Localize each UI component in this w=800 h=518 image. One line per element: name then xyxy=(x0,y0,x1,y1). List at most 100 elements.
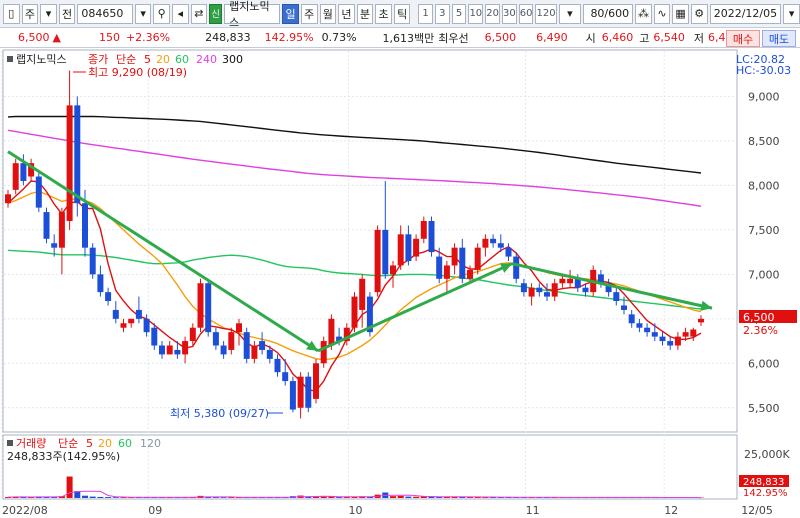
legend-ma240: 240 xyxy=(196,53,217,66)
search-icon[interactable]: ⚲ xyxy=(153,3,170,24)
candle-body xyxy=(544,292,550,297)
candle-body xyxy=(205,283,212,333)
price-tag-pct: 2.36% xyxy=(743,324,778,337)
candle-body xyxy=(82,203,88,248)
candle-body xyxy=(698,318,704,323)
candle-body xyxy=(397,234,404,266)
best-quote-label: 최우선 xyxy=(438,31,469,45)
price-legend: 랩지노믹스 종가 단순 5 20 60 240 300 xyxy=(7,53,243,66)
candle-body xyxy=(220,345,227,355)
code-dropdown-icon[interactable]: ▾ xyxy=(134,3,152,24)
grid-icon[interactable]: ▦ xyxy=(672,3,689,24)
date-tick-label: 12 xyxy=(664,504,678,517)
stock-code-input[interactable]: 084650 xyxy=(77,3,133,24)
candle-body xyxy=(467,269,473,279)
interval-5[interactable]: 5 xyxy=(451,3,467,24)
period-minute-tab[interactable]: 분 xyxy=(356,3,374,24)
volume-bar xyxy=(89,496,96,498)
price-ytick-label: 8,000 xyxy=(748,179,780,192)
chart-icon[interactable]: ▯ xyxy=(3,3,20,24)
sell-button[interactable]: 매도 xyxy=(762,30,796,47)
candle-body xyxy=(66,105,73,221)
period-day-tab[interactable]: 일 xyxy=(282,3,299,24)
candle-body xyxy=(135,309,142,319)
volume-pct: 142.95% xyxy=(264,31,314,44)
period-second-tab[interactable]: 초 xyxy=(375,3,392,24)
volume-legend-simple: 단순 xyxy=(58,437,78,450)
best-ask-price: 6,500 xyxy=(484,31,517,44)
speaker-icon[interactable]: ◂ xyxy=(172,3,189,24)
dropdown-arrow-icon[interactable]: ▾ xyxy=(40,3,57,24)
volume-bar xyxy=(66,476,73,498)
candle-body xyxy=(659,336,666,342)
turnover-ratio: 0.73% xyxy=(321,31,357,44)
candle-body xyxy=(382,229,389,275)
volume-bar xyxy=(105,497,112,498)
price-ytick-label: 9,000 xyxy=(748,90,780,103)
legend-marker-icon xyxy=(7,56,13,62)
stock-name[interactable]: 랩지노믹스 xyxy=(224,0,281,29)
quote-bar: 6,500 ▲ 150 +2.36% 248,833 142.95% 0.73%… xyxy=(0,28,800,48)
chart-style-icon[interactable]: ⁂ xyxy=(635,3,652,24)
period-month-tab[interactable]: 월 xyxy=(319,3,337,24)
interval-1[interactable]: 1 xyxy=(418,3,433,24)
candle-body xyxy=(420,220,427,239)
volume-ytick: 25,000K xyxy=(744,448,790,461)
candle-body xyxy=(174,349,181,355)
legend-simple-label: 단순 xyxy=(116,53,136,66)
gear-icon[interactable]: ⚙ xyxy=(690,3,708,24)
period-week-tab[interactable]: 주 xyxy=(300,3,318,24)
calendar-icon[interactable]: ▾ xyxy=(783,3,800,24)
price-change: 150 xyxy=(98,31,120,44)
candle-body xyxy=(212,332,219,346)
legend-marker-icon xyxy=(7,440,13,446)
interval-60[interactable]: 60 xyxy=(518,3,534,24)
candle-body xyxy=(12,163,19,190)
interval-dropdown[interactable]: ▾ xyxy=(558,3,582,24)
price-ytick-label: 7,500 xyxy=(748,224,780,237)
volume-legend-name: 거래량 xyxy=(16,437,46,450)
volume-value: 248,833 xyxy=(205,31,251,44)
candle-body xyxy=(289,381,296,410)
volume-legend-ma5: 5 xyxy=(86,437,93,450)
legend-ma300: 300 xyxy=(222,53,243,66)
period-year-tab[interactable]: 년 xyxy=(338,3,355,24)
open-label: 시 xyxy=(585,31,596,45)
candle-count-input[interactable]: 80/600 xyxy=(583,3,634,24)
legend-stock-name: 랩지노믹스 xyxy=(16,53,67,66)
interval-30[interactable]: 30 xyxy=(501,3,517,24)
candle-body xyxy=(297,376,304,408)
legend-close-label: 종가 xyxy=(88,53,108,66)
candle-body xyxy=(189,327,196,342)
legend-ma60: 60 xyxy=(175,53,189,66)
date-input[interactable]: 2022/12/05 xyxy=(709,3,782,24)
candle-body xyxy=(105,292,112,302)
candle-body xyxy=(5,194,11,204)
interval-20[interactable]: 20 xyxy=(485,3,500,24)
candle-body xyxy=(351,296,358,328)
candle-body xyxy=(197,283,204,328)
candle-body xyxy=(459,247,466,279)
stock-chart[interactable]: 9,000 8,500 8,000 7,500 7,000 6,500 6,000 5,500… xyxy=(0,48,800,518)
line-chart-icon[interactable]: ∿ xyxy=(653,3,671,24)
interval-10[interactable]: 10 xyxy=(468,3,484,24)
period-tick-tab[interactable]: 틱 xyxy=(393,3,411,24)
open-price: 6,460 xyxy=(601,31,634,44)
candle-body xyxy=(490,238,497,244)
candle-body xyxy=(636,323,643,328)
buy-button[interactable]: 매수 xyxy=(726,30,760,47)
price-ytick-label: 5,500 xyxy=(748,402,780,415)
type-selector[interactable]: 주 xyxy=(21,3,39,24)
arrow-left-right-icon[interactable]: ⇄ xyxy=(190,3,208,24)
candle-body xyxy=(528,287,535,297)
candle-body xyxy=(497,243,504,248)
interval-120[interactable]: 120 xyxy=(535,3,557,24)
candle-body xyxy=(513,256,520,279)
jeon-button[interactable]: 전 xyxy=(58,3,76,24)
date-tick-label: 2022/08 xyxy=(2,504,48,517)
interval-3[interactable]: 3 xyxy=(434,3,450,24)
volume-bar xyxy=(405,496,412,498)
volume-tag-value: 248,833 xyxy=(743,477,784,488)
candle-body xyxy=(551,283,558,297)
volume-pane-border xyxy=(2,434,738,500)
